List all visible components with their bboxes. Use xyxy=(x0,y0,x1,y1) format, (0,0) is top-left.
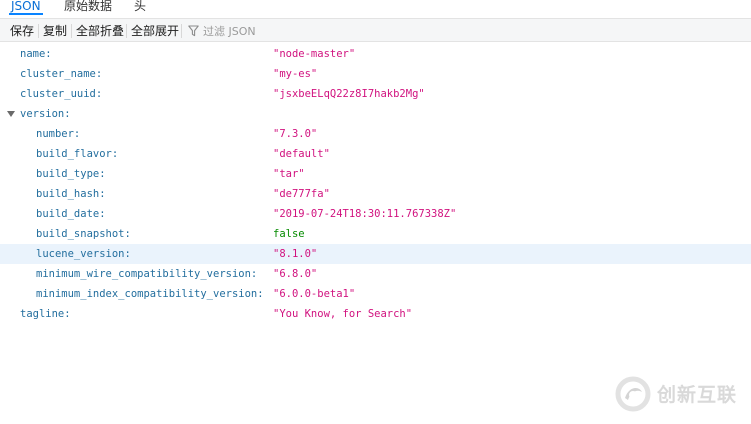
expand-toggle-icon[interactable] xyxy=(7,111,15,117)
toolbar: 保存 复制 全部折叠 全部展开 xyxy=(0,18,751,42)
collapse-all-button[interactable]: 全部折叠 xyxy=(76,23,124,39)
toolbar-divider xyxy=(181,24,182,38)
expand-all-button[interactable]: 全部展开 xyxy=(131,23,179,39)
json-string-value: "6.8.0" xyxy=(273,268,318,280)
json-key: version: xyxy=(20,108,71,120)
json-key: cluster_name: xyxy=(20,68,103,80)
json-string-value: "You Know, for Search" xyxy=(273,308,413,320)
json-key: tagline: xyxy=(20,308,71,320)
toolbar-divider xyxy=(38,24,39,38)
json-row[interactable]: minimum_wire_compatibility_version: "6.8… xyxy=(0,264,751,284)
json-row[interactable]: build_flavor: "default" xyxy=(0,144,751,164)
json-key: build_flavor: xyxy=(36,148,119,160)
toolbar-divider xyxy=(126,24,127,38)
tab-raw-data[interactable]: 原始数据 xyxy=(64,0,112,16)
json-string-value: "default" xyxy=(273,148,330,160)
json-string-value: "tar" xyxy=(273,168,305,180)
tab-json[interactable]: JSON xyxy=(9,0,43,16)
watermark: 创新互联 xyxy=(615,376,745,412)
json-row-hovered[interactable]: lucene_version: "8.1.0" xyxy=(0,244,751,264)
toolbar-divider xyxy=(71,24,72,38)
json-key: build_hash: xyxy=(36,188,106,200)
filter-box[interactable] xyxy=(188,22,388,40)
save-button[interactable]: 保存 xyxy=(10,23,34,39)
json-key: name: xyxy=(20,48,52,60)
funnel-icon xyxy=(188,25,199,37)
json-row[interactable]: build_snapshot: false xyxy=(0,224,751,244)
json-row[interactable]: build_date: "2019-07-24T18:30:11.767338Z… xyxy=(0,204,751,224)
json-viewer: JSON 原始数据 头 保存 复制 全部折叠 全部展开 name: "node-… xyxy=(0,0,751,424)
copy-button[interactable]: 复制 xyxy=(43,23,67,39)
json-string-value: "my-es" xyxy=(273,68,318,80)
json-key: minimum_wire_compatibility_version: xyxy=(36,268,258,280)
json-key: number: xyxy=(36,128,81,140)
json-row[interactable]: cluster_name: "my-es" xyxy=(0,64,751,84)
filter-json-input[interactable] xyxy=(203,23,373,39)
json-string-value: "node-master" xyxy=(273,48,356,60)
brand-logo-icon xyxy=(615,376,651,412)
tab-bar: JSON 原始数据 头 xyxy=(0,0,751,18)
json-string-value: "7.3.0" xyxy=(273,128,318,140)
json-key: build_type: xyxy=(36,168,106,180)
watermark-text: 创新互联 xyxy=(657,384,738,406)
json-key: lucene_version: xyxy=(36,248,131,260)
json-string-value: "2019-07-24T18:30:11.767338Z" xyxy=(273,208,457,220)
tab-headers[interactable]: 头 xyxy=(134,0,146,16)
json-string-value: "jsxbeELqQ22z8I7hakb2Mg" xyxy=(273,88,425,100)
json-row[interactable]: build_hash: "de777fa" xyxy=(0,184,751,204)
json-string-value: "de777fa" xyxy=(273,188,330,200)
json-key: build_snapshot: xyxy=(36,228,131,240)
json-row[interactable]: number: "7.3.0" xyxy=(0,124,751,144)
json-key: build_date: xyxy=(36,208,106,220)
json-key: cluster_uuid: xyxy=(20,88,103,100)
json-boolean-value: false xyxy=(273,228,305,240)
json-row-expandable[interactable]: version: xyxy=(0,104,751,124)
json-row[interactable]: tagline: "You Know, for Search" xyxy=(0,304,751,324)
json-row[interactable]: build_type: "tar" xyxy=(0,164,751,184)
json-row[interactable]: name: "node-master" xyxy=(0,44,751,64)
json-key: minimum_index_compatibility_version: xyxy=(36,288,264,300)
json-string-value: "8.1.0" xyxy=(273,248,318,260)
json-row[interactable]: cluster_uuid: "jsxbeELqQ22z8I7hakb2Mg" xyxy=(0,84,751,104)
json-string-value: "6.0.0-beta1" xyxy=(273,288,356,300)
json-row[interactable]: minimum_index_compatibility_version: "6.… xyxy=(0,284,751,304)
